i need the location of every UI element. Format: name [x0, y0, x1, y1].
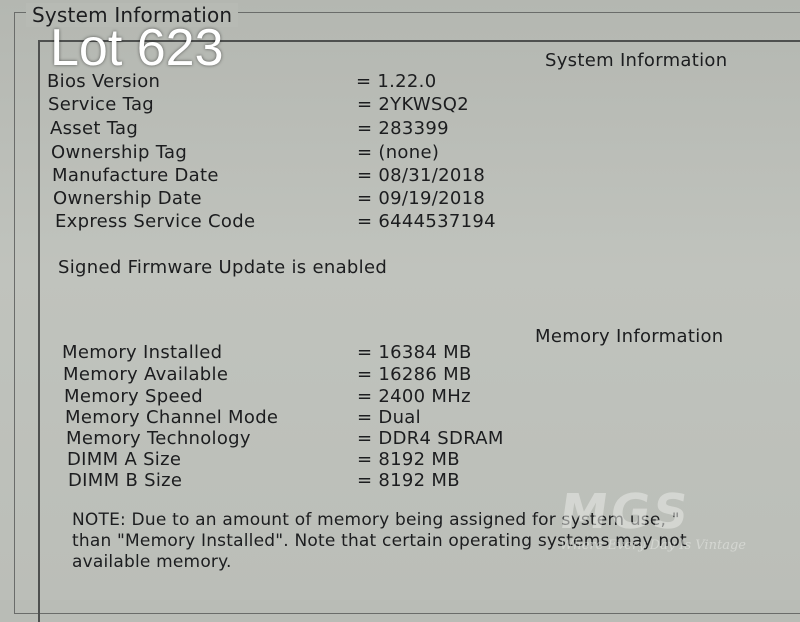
row-label: Ownership Date: [53, 188, 202, 209]
row-value: = Dual: [357, 407, 421, 428]
system-information-heading: System Information: [545, 50, 728, 71]
system-row-ownership-date: Ownership Date = 09/19/2018: [0, 188, 800, 212]
row-label: Ownership Tag: [51, 142, 188, 163]
row-label: Manufacture Date: [52, 165, 219, 186]
row-label: Memory Installed: [62, 342, 223, 363]
row-label: Express Service Code: [55, 211, 256, 232]
memory-row-available: Memory Available = 16286 MB: [0, 364, 800, 388]
row-value: = DDR4 SDRAM: [357, 428, 504, 449]
system-row-express-service-code: Express Service Code = 6444537194: [0, 211, 800, 235]
row-value: = 16384 MB: [357, 342, 472, 363]
row-label: Memory Technology: [66, 428, 251, 449]
row-label: Asset Tag: [50, 118, 139, 139]
system-row-ownership-tag: Ownership Tag = (none): [0, 142, 800, 166]
watermark-logo: MGS: [556, 484, 695, 540]
row-value: = 8192 MB: [357, 470, 460, 491]
mgs-watermark: MGS Where Every Day Is Vintage: [556, 484, 790, 558]
lot-number-overlay: Lot 623: [50, 19, 224, 77]
row-value: = 1.22.0: [356, 71, 437, 92]
row-value: = 2YKWSQ2: [357, 94, 469, 115]
row-value: = 8192 MB: [357, 449, 460, 470]
memory-row-installed: Memory Installed = 16384 MB: [0, 342, 800, 366]
row-value: = 2400 MHz: [357, 386, 471, 407]
row-label: DIMM A Size: [67, 449, 182, 470]
row-value: = 08/31/2018: [357, 165, 486, 186]
row-label: Memory Speed: [64, 386, 203, 407]
system-row-asset-tag: Asset Tag = 283399: [0, 118, 800, 142]
row-value: = (none): [357, 142, 440, 163]
system-row-service-tag: Service Tag = 2YKWSQ2: [0, 94, 800, 118]
row-value: = 6444537194: [357, 211, 496, 232]
bios-screen: System Information System Information Bi…: [0, 0, 800, 622]
row-label: Memory Available: [63, 364, 229, 385]
firmware-status: Signed Firmware Update is enabled: [58, 257, 388, 278]
row-label: Service Tag: [48, 94, 155, 115]
row-value: = 16286 MB: [357, 364, 472, 385]
row-value: = 09/19/2018: [357, 188, 486, 209]
watermark-tagline: Where Every Day Is Vintage: [560, 538, 746, 553]
system-row-manufacture-date: Manufacture Date = 08/31/2018: [0, 165, 800, 189]
row-value: = 283399: [357, 118, 449, 139]
row-label: DIMM B Size: [68, 470, 183, 491]
row-label: Memory Channel Mode: [65, 407, 279, 428]
